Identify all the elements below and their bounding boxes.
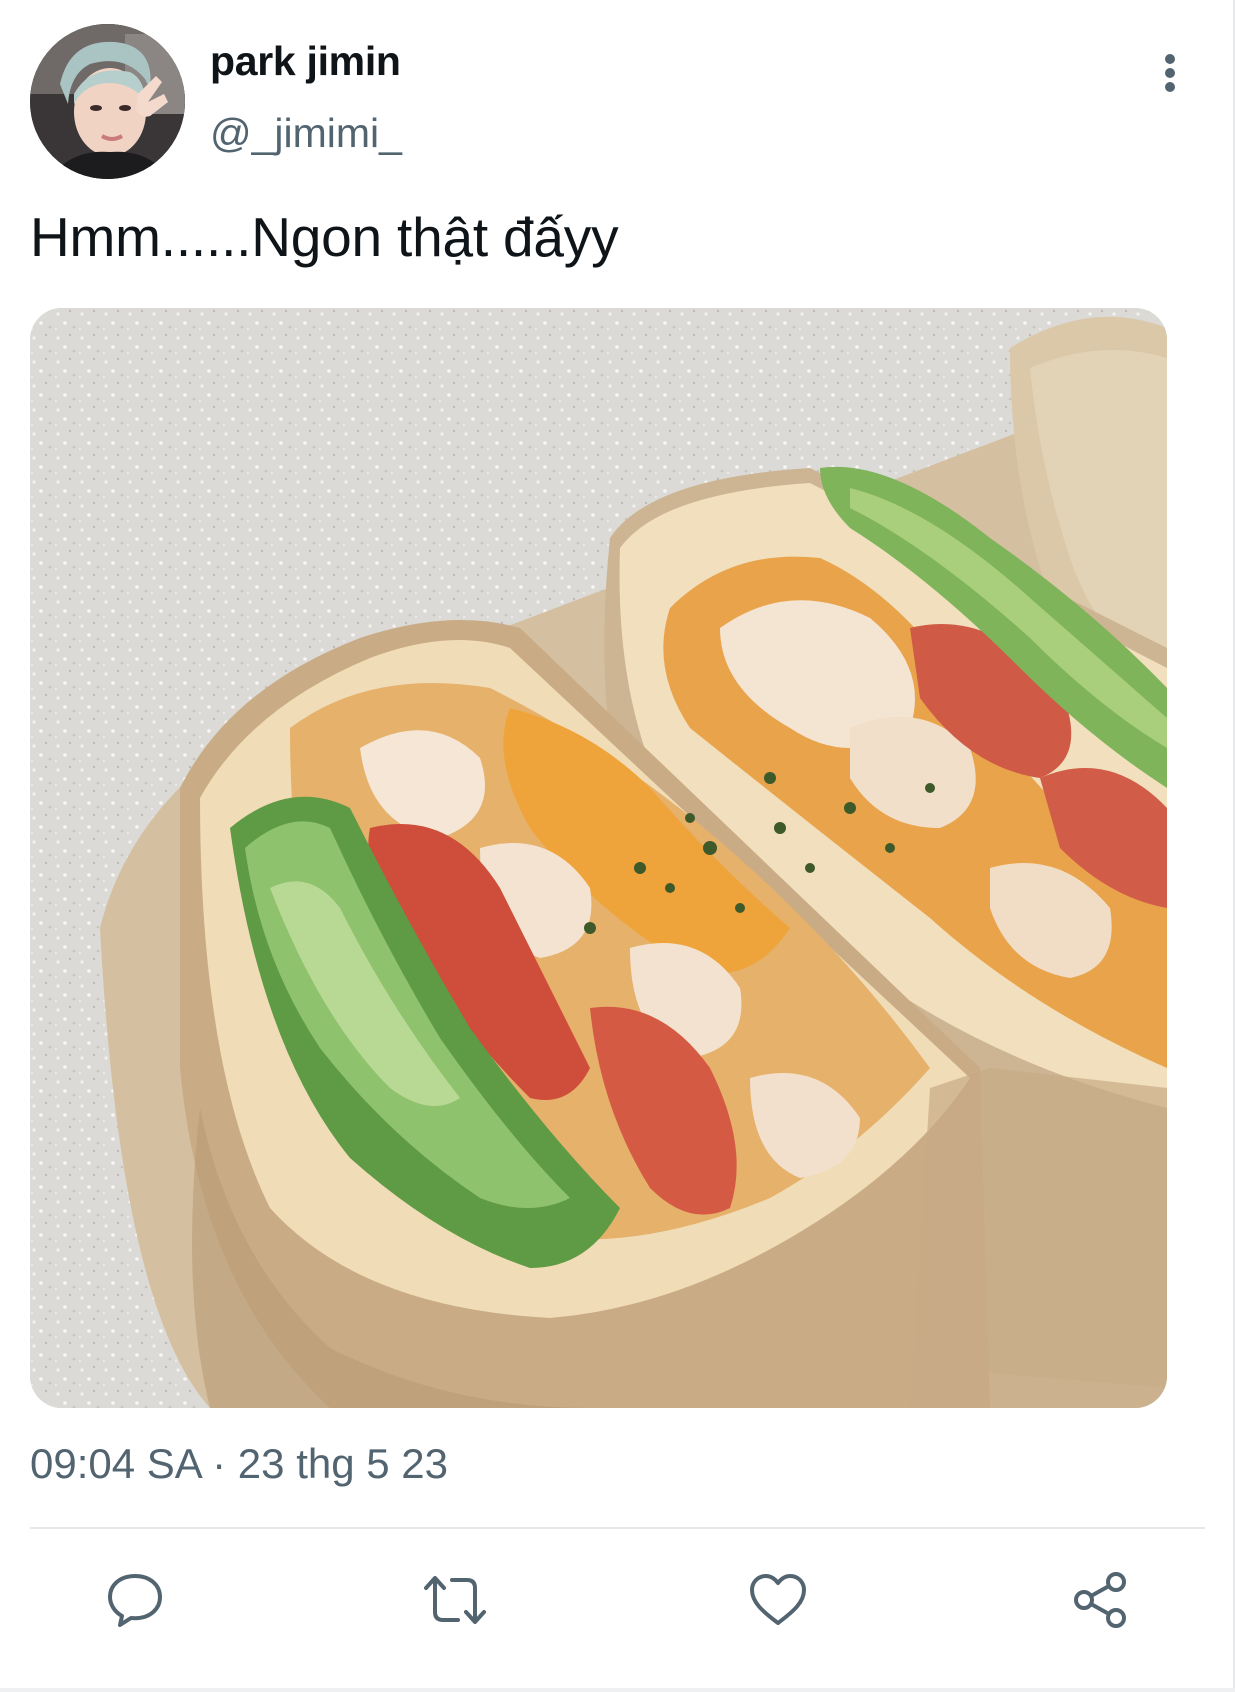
tweet-timestamp[interactable]: 09:04 SA · 23 thg 5 23 <box>30 1440 448 1488</box>
retweet-icon <box>420 1572 490 1628</box>
avatar[interactable] <box>30 24 185 179</box>
tweet-detail: park jimin @_jimimi_ Hmm......Ngon thật … <box>0 0 1235 1692</box>
heart-icon <box>748 1572 808 1628</box>
share-button[interactable] <box>1065 1565 1135 1635</box>
display-name[interactable]: park jimin <box>210 38 401 85</box>
share-icon <box>1070 1570 1130 1630</box>
reply-icon <box>106 1572 164 1628</box>
more-options-button[interactable] <box>1150 48 1190 102</box>
bottom-edge <box>0 1688 1235 1692</box>
more-vertical-icon <box>1164 53 1176 98</box>
reply-button[interactable] <box>100 1565 170 1635</box>
like-button[interactable] <box>743 1565 813 1635</box>
tweet-image[interactable] <box>30 308 1167 1408</box>
divider <box>30 1527 1205 1529</box>
user-handle[interactable]: @_jimimi_ <box>210 110 402 157</box>
tweet-text: Hmm......Ngon thật đấyy <box>30 206 619 268</box>
retweet-button[interactable] <box>420 1565 490 1635</box>
